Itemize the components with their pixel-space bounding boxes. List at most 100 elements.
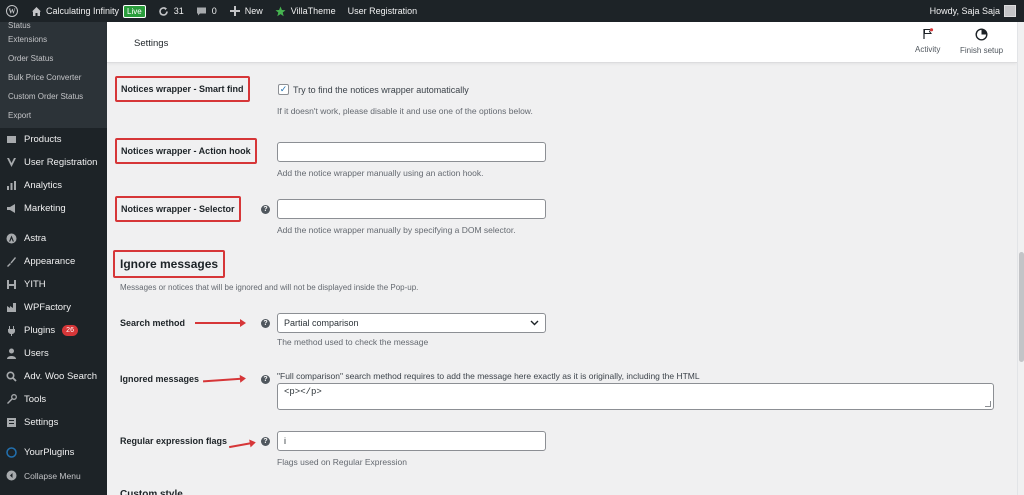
sidebar-item-settings[interactable]: Settings — [0, 411, 107, 434]
page-header: Settings Activity Finish setup — [107, 22, 1017, 63]
users-icon — [6, 348, 17, 359]
selector-label: Notices wrapper - Selector — [115, 196, 241, 222]
submenu-item-extensions[interactable]: Extensions — [0, 30, 107, 49]
refresh-icon — [158, 5, 170, 17]
ignore-messages-description: Messages or notices that will be ignored… — [120, 283, 419, 292]
submenu-label: Export — [8, 111, 32, 120]
sidebar-item-appearance[interactable]: Appearance — [0, 250, 107, 273]
submenu-label: Bulk Price Converter — [8, 73, 82, 82]
woocommerce-submenu: Status Extensions Order Status Bulk Pric… — [0, 22, 107, 128]
sidebar-item-marketing[interactable]: Marketing — [0, 197, 107, 220]
submenu-item-status[interactable]: Status — [0, 22, 107, 30]
wordpress-logo-item[interactable]: W — [0, 0, 24, 22]
page-title: Settings — [134, 38, 169, 49]
analytics-icon — [6, 180, 17, 191]
smart-find-description: If it doesn't work, please disable it an… — [277, 106, 533, 116]
sidebar-item-label: Marketing — [24, 203, 66, 214]
sidebar-item-label: Settings — [24, 417, 59, 428]
help-icon[interactable]: ? — [261, 319, 270, 328]
search-method-label: Search method — [120, 318, 186, 328]
sidebar-item-label: YourPlugins — [24, 447, 75, 458]
menu-separator — [0, 220, 107, 227]
sidebar-item-astra[interactable]: Astra — [0, 227, 107, 250]
products-icon — [6, 134, 17, 145]
smart-find-checkbox[interactable]: ✓ — [278, 84, 289, 95]
plus-icon — [229, 5, 241, 17]
page-scrollbar[interactable] — [1017, 22, 1024, 495]
sidebar-item-wpfactory[interactable]: WPFactory — [0, 296, 107, 319]
submenu-item-bulk-price-converter[interactable]: Bulk Price Converter — [0, 68, 107, 87]
settings-form: Notices wrapper - Smart find ✓ Try to fi… — [107, 63, 1017, 495]
help-icon[interactable]: ? — [261, 437, 270, 446]
user-registration-bar-link[interactable]: User Registration — [342, 0, 424, 22]
villatheme-label: VillaTheme — [290, 6, 336, 16]
submenu-label: Status — [8, 22, 31, 30]
submenu-label: Order Status — [8, 54, 54, 63]
astra-icon — [6, 233, 17, 244]
sidebar-item-label: User Registration — [24, 157, 98, 168]
action-hook-description: Add the notice wrapper manually using an… — [277, 168, 484, 178]
submenu-label: Extensions — [8, 35, 48, 44]
custom-style-section-title: Custom style — [120, 489, 183, 495]
regex-flags-description: Flags used on Regular Expression — [277, 457, 407, 467]
sidebar-item-label: WPFactory — [24, 302, 71, 313]
submenu-item-custom-order-status[interactable]: Custom Order Status — [0, 87, 107, 106]
sidebar-item-label: Collapse Menu — [24, 470, 81, 481]
search-icon — [6, 371, 17, 382]
yourplugins-icon — [6, 447, 17, 458]
smart-find-checkbox-label[interactable]: Try to find the notices wrapper automati… — [293, 85, 469, 95]
checkmark-icon: ✓ — [279, 84, 288, 94]
action-hook-input[interactable] — [277, 142, 546, 162]
ignore-messages-section-title: Ignore messages — [113, 250, 226, 278]
sidebar-item-label: Analytics — [24, 180, 63, 191]
sidebar-item-yourplugins[interactable]: YourPlugins — [0, 441, 107, 464]
sidebar-item-plugins[interactable]: Plugins 26 — [0, 319, 107, 342]
collapse-menu-button[interactable]: Collapse Menu — [0, 464, 107, 487]
site-name-link[interactable]: Calculating Infinity Live — [24, 0, 152, 22]
submenu-item-order-status[interactable]: Order Status — [0, 49, 107, 68]
sidebar-item-products[interactable]: Products — [0, 128, 107, 151]
updates-link[interactable]: 31 — [152, 0, 190, 22]
sidebar-item-label: Products — [24, 134, 62, 145]
sidebar-item-label: Adv. Woo Search — [24, 371, 98, 382]
user-registration-icon — [6, 157, 17, 168]
comments-link[interactable]: 0 — [190, 0, 223, 22]
sidebar-item-label: Appearance — [24, 256, 76, 267]
search-method-value: Partial comparison — [284, 318, 359, 328]
sidebar-item-user-registration[interactable]: User Registration — [0, 151, 107, 174]
sidebar-item-users[interactable]: Users — [0, 342, 107, 365]
site-name: Calculating Infinity — [46, 6, 120, 16]
svg-text:W: W — [9, 8, 16, 16]
help-icon[interactable]: ? — [261, 375, 270, 384]
finish-setup-button[interactable]: Finish setup — [960, 28, 1003, 55]
selector-input[interactable] — [277, 199, 546, 219]
regex-flags-input[interactable]: i — [277, 431, 546, 451]
help-icon[interactable]: ? — [261, 205, 270, 214]
sidebar-item-tools[interactable]: Tools — [0, 388, 107, 411]
appearance-icon — [6, 256, 17, 267]
submenu-item-export[interactable]: Export — [0, 106, 107, 125]
sidebar-item-analytics[interactable]: Analytics — [0, 174, 107, 197]
scrollbar-thumb[interactable] — [1019, 252, 1024, 362]
new-content-link[interactable]: New — [223, 0, 269, 22]
resize-handle[interactable] — [985, 401, 991, 407]
activity-button[interactable]: Activity — [915, 28, 940, 54]
sidebar-item-yith[interactable]: YITH — [0, 273, 107, 296]
admin-bar: W Calculating Infinity Live 31 0 New Vil… — [0, 0, 1024, 22]
home-icon — [30, 5, 42, 17]
search-method-select[interactable]: Partial comparison — [277, 313, 546, 333]
ignored-messages-textarea[interactable]: <p></p> — [277, 383, 994, 410]
star-icon — [275, 5, 287, 17]
annotation-arrow — [229, 441, 253, 449]
ignored-messages-value: <p></p> — [284, 387, 322, 397]
villatheme-link[interactable]: VillaTheme — [269, 0, 342, 22]
yith-icon — [6, 279, 17, 290]
sidebar-item-label: YITH — [24, 279, 46, 290]
admin-sidebar: Status Extensions Order Status Bulk Pric… — [0, 22, 107, 495]
comments-count: 0 — [211, 6, 217, 16]
sidebar-item-adv-woo-search[interactable]: Adv. Woo Search — [0, 365, 107, 388]
my-account-link[interactable]: Howdy, Saja Saja — [930, 5, 1024, 17]
plugins-icon — [6, 325, 17, 336]
wordpress-logo-icon: W — [6, 5, 18, 17]
comment-icon — [196, 5, 208, 17]
